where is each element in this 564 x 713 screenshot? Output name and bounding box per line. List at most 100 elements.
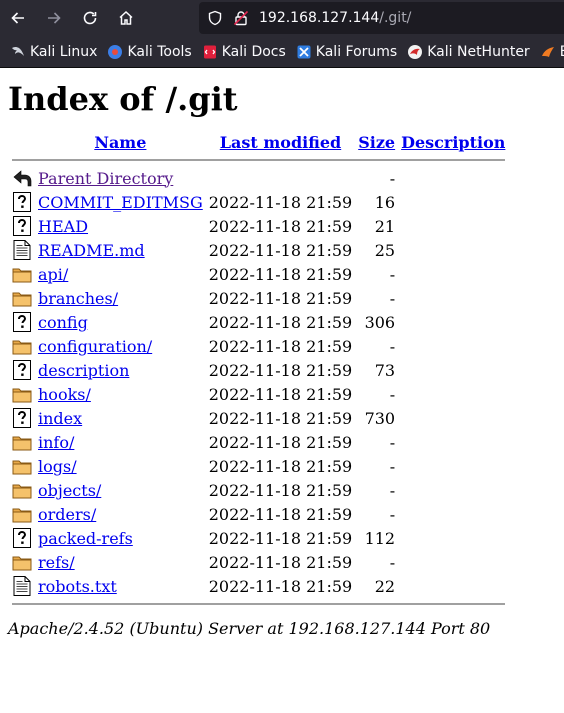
server-signature: Apache/2.4.52 (Ubuntu) Server at 192.168… — [8, 619, 491, 638]
table-row: description 2022-11-18 21:59 73 — [10, 359, 507, 381]
description-cell — [399, 479, 507, 501]
icon-header — [10, 132, 34, 153]
size-cell: - — [389, 552, 396, 572]
modified-cell: 2022-11-18 21:59 — [208, 192, 353, 212]
folder-icon — [10, 455, 34, 477]
file-link[interactable]: README.md — [38, 241, 145, 260]
divider — [10, 599, 507, 609]
directory-listing: Name Last modified Size Description Pare… — [8, 130, 509, 611]
url-bar[interactable]: 192.168.127.144/.git/ — [199, 2, 564, 34]
bookmark-kali-forums[interactable]: Kali Forums — [296, 44, 397, 60]
description-header: Description — [399, 132, 507, 153]
forward-arrow-icon[interactable] — [36, 0, 72, 36]
unknown-file-icon — [10, 215, 34, 237]
folder-icon — [10, 383, 34, 405]
modified-cell: 2022-11-18 21:59 — [208, 312, 353, 332]
url-path: /.git/ — [379, 10, 412, 26]
file-link[interactable]: api/ — [38, 265, 68, 284]
size-header: Size — [356, 132, 397, 153]
text-file-icon — [10, 239, 34, 261]
size-cell: 112 — [364, 528, 396, 548]
home-icon[interactable] — [108, 0, 144, 36]
file-link[interactable]: branches/ — [38, 289, 118, 308]
file-link[interactable]: logs/ — [38, 457, 77, 476]
size-cell: - — [389, 432, 396, 452]
exploit-db-icon — [540, 44, 556, 60]
url-host: 192.168.127.144 — [259, 10, 380, 26]
modified-header: Last modified — [207, 132, 354, 153]
file-link[interactable]: COMMIT_EDITMSG — [38, 193, 203, 212]
folder-icon — [10, 503, 34, 525]
description-cell — [399, 431, 507, 453]
file-link[interactable]: orders/ — [38, 505, 96, 524]
folder-icon — [10, 287, 34, 309]
sort-by-description-link[interactable]: Description — [401, 133, 505, 152]
folder-icon — [10, 431, 34, 453]
bookmark-label: Kali Tools — [127, 43, 192, 60]
modified-cell: 2022-11-18 21:59 — [208, 504, 353, 524]
modified-cell: 2022-11-18 21:59 — [208, 360, 353, 380]
file-link[interactable]: packed-refs — [38, 529, 133, 548]
file-link[interactable]: refs/ — [38, 553, 75, 572]
file-link[interactable]: hooks/ — [38, 385, 91, 404]
table-row: configuration/2022-11-18 21:59 - — [10, 335, 507, 357]
table-row: HEAD 2022-11-18 21:59 21 — [10, 215, 507, 237]
bookmark-exploit-db[interactable]: Ex — [540, 44, 564, 60]
bookmark-label: Kali NetHunter — [427, 43, 530, 60]
parent-directory-link[interactable]: Parent Directory — [38, 169, 173, 188]
kali-tools-icon — [107, 44, 123, 60]
shield-icon[interactable] — [207, 10, 223, 26]
file-link[interactable]: info/ — [38, 433, 74, 452]
table-row: config 2022-11-18 21:59 306 — [10, 311, 507, 333]
file-link[interactable]: configuration/ — [38, 337, 152, 356]
table-row: info/2022-11-18 21:59 - — [10, 431, 507, 453]
file-link[interactable]: objects/ — [38, 481, 101, 500]
description-cell — [399, 191, 507, 213]
file-link[interactable]: config — [38, 313, 88, 332]
sort-by-modified-link[interactable]: Last modified — [220, 133, 341, 152]
back-arrow-icon — [10, 167, 34, 189]
header-row: Name Last modified Size Description — [10, 132, 507, 153]
bookmark-label: Kali Docs — [221, 43, 286, 60]
kali-dragon-icon — [10, 44, 26, 60]
file-link[interactable]: index — [38, 409, 82, 428]
bookmark-kali-linux[interactable]: Kali Linux — [10, 44, 97, 60]
folder-icon — [10, 479, 34, 501]
size-cell: - — [389, 504, 396, 524]
description-cell — [399, 263, 507, 285]
back-arrow-icon[interactable] — [0, 0, 36, 36]
file-link[interactable]: description — [38, 361, 129, 380]
file-link[interactable]: HEAD — [38, 217, 88, 236]
description-cell — [399, 455, 507, 477]
bookmark-label: Kali Forums — [315, 43, 398, 60]
description-cell — [399, 503, 507, 525]
size-cell: - — [389, 480, 396, 500]
size-cell: 73 — [374, 360, 396, 380]
kali-docs-icon — [202, 44, 218, 60]
size-cell: - — [389, 384, 396, 404]
text-file-icon — [10, 575, 34, 597]
sort-by-size-link[interactable]: Size — [358, 133, 395, 152]
table-row: refs/2022-11-18 21:59 - — [10, 551, 507, 573]
name-header: Name — [36, 132, 205, 153]
size-cell: - — [389, 168, 396, 188]
folder-icon — [10, 551, 34, 573]
description-cell — [399, 311, 507, 333]
description-cell — [399, 527, 507, 549]
description-cell — [399, 335, 507, 357]
insecure-lock-icon[interactable] — [233, 10, 249, 26]
size-cell: - — [389, 336, 396, 356]
bookmark-kali-nethunter[interactable]: Kali NetHunter — [407, 43, 530, 60]
bookmark-kali-tools[interactable]: Kali Tools — [107, 43, 192, 60]
reload-icon[interactable] — [72, 0, 108, 36]
kali-nethunter-icon — [407, 44, 423, 60]
unknown-file-icon — [10, 191, 34, 213]
size-cell: 21 — [374, 216, 396, 236]
page-title: Index of /.git — [8, 80, 238, 118]
modified-cell: 2022-11-18 21:59 — [208, 264, 353, 284]
modified-cell: 2022-11-18 21:59 — [208, 288, 353, 308]
bookmark-kali-docs[interactable]: Kali Docs — [202, 44, 286, 60]
size-cell: - — [389, 456, 396, 476]
file-link[interactable]: robots.txt — [38, 577, 117, 596]
sort-by-name-link[interactable]: Name — [94, 133, 146, 152]
